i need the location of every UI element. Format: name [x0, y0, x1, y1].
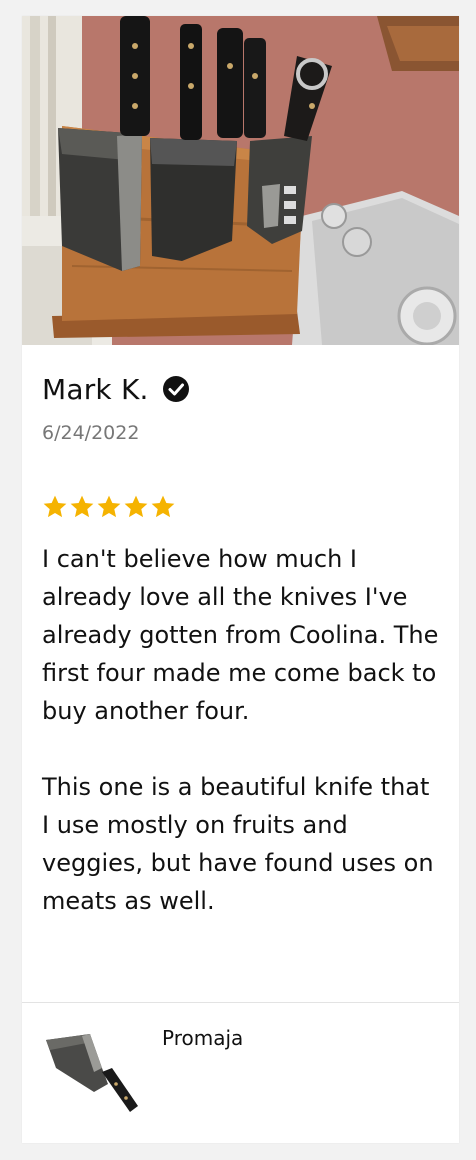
star-icon — [97, 495, 121, 518]
review-text: I can't believe how much I already love … — [42, 540, 442, 920]
knife-block-photo — [22, 16, 459, 345]
review-paragraph: This one is a beautiful knife that I use… — [42, 773, 434, 915]
review-photo[interactable] — [22, 16, 459, 345]
star-icon — [124, 495, 148, 518]
star-rating — [42, 494, 176, 520]
product-name: Promaja — [162, 1026, 244, 1050]
verified-check-icon — [162, 376, 189, 402]
divider — [22, 1002, 459, 1003]
review-paragraph: I can't believe how much I already love … — [42, 545, 439, 725]
review-date: 6/24/2022 — [42, 422, 140, 444]
star-icon — [151, 495, 175, 518]
star-icon — [70, 495, 94, 518]
review-card: Mark K. 6/24/2022 I can't believe how mu… — [22, 16, 459, 1143]
reviewer-name: Mark K. — [42, 372, 149, 406]
star-icon — [43, 495, 67, 518]
product-link[interactable]: Promaja — [42, 1016, 442, 1126]
reviewer-row: Mark K. — [42, 369, 189, 409]
cleaver-knife-icon — [46, 1034, 138, 1112]
